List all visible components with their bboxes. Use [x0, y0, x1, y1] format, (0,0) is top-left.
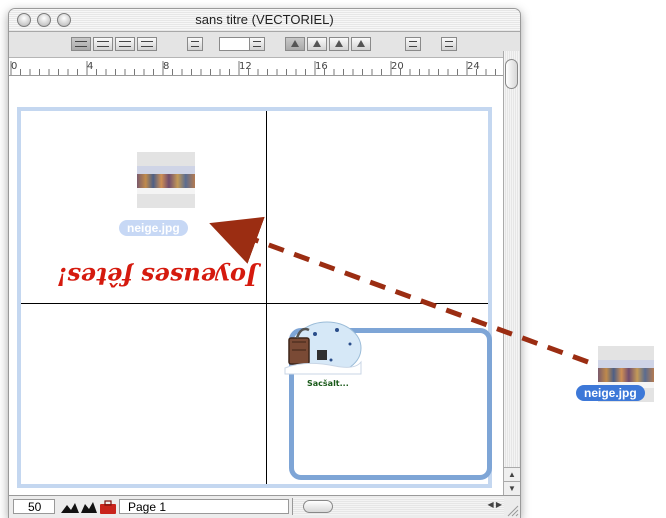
drag-arrow [209, 216, 589, 365]
drag-path-overlay [209, 216, 589, 365]
dragged-file-label: neige.jpg [576, 385, 645, 401]
dragged-file[interactable]: neige.jpg [576, 346, 666, 406]
